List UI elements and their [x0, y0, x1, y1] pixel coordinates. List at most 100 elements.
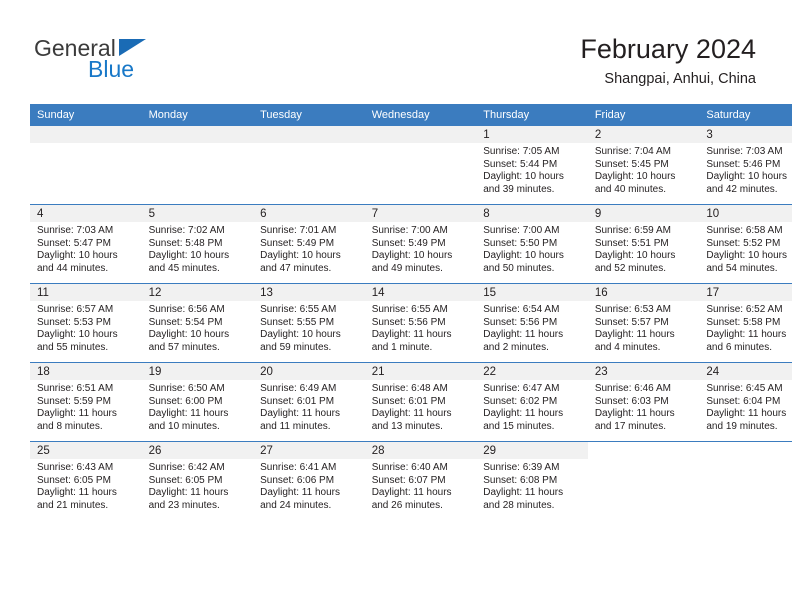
calendar-day-cell[interactable]: 24 Sunrise: 6:45 AM Sunset: 6:04 PM Dayligh…: [699, 362, 792, 442]
page-title: February 2024: [580, 34, 756, 64]
calendar-day-cell[interactable]: 10 Sunrise: 6:58 AM Sunset: 5:52 PM Dayligh…: [699, 204, 792, 284]
day-info-line: and 59 minutes.: [260, 341, 332, 353]
calendar-day-cell[interactable]: 2 Sunrise: 7:04 AM Sunset: 5:45 PM Daylight…: [587, 126, 700, 205]
calendar-day-cell[interactable]: 21 Sunrise: 6:48 AM Sunset: 6:01 PM Dayligh…: [364, 362, 477, 442]
day-sun-info: Sunrise: 6:59 AM Sunset: 5:51 PM Daylight:…: [588, 222, 700, 275]
day-info-line: Sunset: 6:01 PM: [260, 395, 335, 407]
calendar-day-cell[interactable]: 18 Sunrise: 6:51 AM Sunset: 5:59 PM Dayligh…: [30, 362, 142, 442]
calendar-day-cell[interactable]: 26 Sunrise: 6:42 AM Sunset: 6:05 PM Dayligh…: [141, 441, 254, 520]
day-info-line: Sunrise: 6:56 AM: [148, 304, 225, 315]
calendar-day-cell[interactable]: 9 Sunrise: 6:59 AM Sunset: 5:51 PM Daylight…: [587, 204, 700, 284]
day-cell-inner: 14 Sunrise: 6:55 AM Sunset: 5:56 PM Dayligh…: [364, 284, 477, 362]
calendar-day-cell[interactable]: 1 Sunrise: 7:05 AM Sunset: 5:44 PM Daylight…: [476, 126, 588, 205]
day-number: 16: [587, 284, 700, 301]
day-sun-info: Sunrise: 6:56 AM Sunset: 5:54 PM Daylight:…: [142, 301, 254, 354]
calendar-week-row: 25 Sunrise: 6:43 AM Sunset: 6:05 PM Dayligh…: [30, 441, 792, 520]
calendar-day-cell[interactable]: 7 Sunrise: 7:00 AM Sunset: 5:49 PM Daylight…: [364, 204, 477, 284]
calendar-day-cell[interactable]: 11 Sunrise: 6:57 AM Sunset: 5:53 PM Dayligh…: [30, 283, 142, 363]
day-cell-inner: 25 Sunrise: 6:43 AM Sunset: 6:05 PM Dayligh…: [30, 442, 142, 520]
day-info-line: Sunrise: 6:52 AM: [706, 304, 783, 315]
day-cell-inner: 3 Sunrise: 7:03 AM Sunset: 5:46 PM Daylight…: [699, 126, 792, 204]
weekday-header-sunday: Sunday: [30, 104, 142, 126]
calendar-day-cell[interactable]: 14 Sunrise: 6:55 AM Sunset: 5:56 PM Dayligh…: [364, 283, 477, 363]
day-info-line: Sunrise: 6:55 AM: [260, 304, 337, 315]
day-sun-info: Sunrise: 7:04 AM Sunset: 5:45 PM Daylight:…: [588, 143, 700, 196]
day-info-line: Daylight: 11 hours: [260, 487, 340, 499]
day-number: 28: [364, 442, 477, 459]
day-number: 5: [141, 205, 254, 222]
calendar-day-cell[interactable]: 12 Sunrise: 6:56 AM Sunset: 5:54 PM Dayligh…: [141, 283, 254, 363]
day-info-line: Daylight: 11 hours: [594, 329, 675, 341]
weekday-header-wednesday: Wednesday: [364, 104, 477, 126]
day-cell-inner: 24 Sunrise: 6:45 AM Sunset: 6:04 PM Dayligh…: [699, 363, 792, 441]
calendar-day-cell[interactable]: 22 Sunrise: 6:47 AM Sunset: 6:02 PM Dayligh…: [476, 362, 588, 442]
day-cell-inner: [30, 126, 142, 204]
day-info-line: Daylight: 10 hours: [706, 250, 787, 262]
day-number: 15: [476, 284, 588, 301]
day-cell-inner: 9 Sunrise: 6:59 AM Sunset: 5:51 PM Daylight…: [587, 205, 700, 283]
calendar-day-cell[interactable]: 29 Sunrise: 6:39 AM Sunset: 6:08 PM Dayligh…: [476, 441, 588, 520]
day-number: [364, 126, 477, 143]
calendar-week-row: 4 Sunrise: 7:03 AM Sunset: 5:47 PM Daylight…: [30, 204, 792, 284]
calendar-empty-cell: [30, 126, 142, 205]
day-info-line: Sunrise: 7:03 AM: [37, 225, 114, 236]
day-number: 24: [699, 363, 792, 380]
calendar-day-cell[interactable]: 17 Sunrise: 6:52 AM Sunset: 5:58 PM Dayligh…: [699, 283, 792, 363]
day-sun-info: Sunrise: 7:00 AM Sunset: 5:50 PM Daylight:…: [476, 222, 588, 275]
day-info-line: and 40 minutes.: [594, 183, 666, 195]
day-info-line: Sunset: 6:01 PM: [371, 395, 446, 407]
day-cell-inner: 22 Sunrise: 6:47 AM Sunset: 6:02 PM Dayligh…: [476, 363, 588, 441]
day-number: 7: [364, 205, 477, 222]
day-info-line: and 57 minutes.: [148, 341, 220, 353]
day-cell-inner: 4 Sunrise: 7:03 AM Sunset: 5:47 PM Daylight…: [30, 205, 142, 283]
day-sun-info: Sunrise: 7:03 AM Sunset: 5:47 PM Daylight:…: [30, 222, 142, 275]
day-cell-inner: 7 Sunrise: 7:00 AM Sunset: 5:49 PM Daylight…: [364, 205, 477, 283]
day-sun-info: Sunrise: 6:52 AM Sunset: 5:58 PM Daylight:…: [699, 301, 792, 354]
calendar-day-cell[interactable]: 27 Sunrise: 6:41 AM Sunset: 6:06 PM Dayligh…: [253, 441, 365, 520]
day-sun-info: Sunrise: 6:43 AM Sunset: 6:05 PM Daylight:…: [30, 459, 142, 512]
day-number: 29: [476, 442, 588, 459]
day-info-line: Daylight: 11 hours: [260, 408, 340, 420]
day-sun-info: Sunrise: 6:41 AM Sunset: 6:06 PM Daylight:…: [253, 459, 365, 512]
day-cell-inner: 27 Sunrise: 6:41 AM Sunset: 6:06 PM Dayligh…: [253, 442, 365, 520]
day-info-line: Daylight: 11 hours: [483, 408, 564, 420]
day-info-line: Sunrise: 7:01 AM: [260, 225, 337, 236]
day-number: 19: [141, 363, 254, 380]
day-sun-info: Sunrise: 6:39 AM Sunset: 6:08 PM Daylight:…: [476, 459, 588, 512]
day-info-line: Daylight: 11 hours: [483, 487, 564, 499]
day-cell-inner: 20 Sunrise: 6:49 AM Sunset: 6:01 PM Dayligh…: [253, 363, 365, 441]
calendar-day-cell[interactable]: 5 Sunrise: 7:02 AM Sunset: 5:48 PM Daylight…: [141, 204, 254, 284]
day-number: [253, 126, 365, 143]
calendar-day-cell[interactable]: 8 Sunrise: 7:00 AM Sunset: 5:50 PM Daylight…: [476, 204, 588, 284]
day-cell-inner: 2 Sunrise: 7:04 AM Sunset: 5:45 PM Daylight…: [587, 126, 700, 204]
calendar-day-cell[interactable]: 6 Sunrise: 7:01 AM Sunset: 5:49 PM Daylight…: [253, 204, 365, 284]
calendar-day-cell[interactable]: 16 Sunrise: 6:53 AM Sunset: 5:57 PM Dayligh…: [587, 283, 700, 363]
day-number: 13: [253, 284, 365, 301]
calendar-week-row: 18 Sunrise: 6:51 AM Sunset: 5:59 PM Dayligh…: [30, 362, 792, 442]
calendar-day-cell[interactable]: 15 Sunrise: 6:54 AM Sunset: 5:56 PM Dayligh…: [476, 283, 588, 363]
calendar-day-cell[interactable]: 3 Sunrise: 7:03 AM Sunset: 5:46 PM Daylight…: [699, 126, 792, 205]
general-blue-logo[interactable]: General Blue: [34, 36, 214, 88]
day-number: 25: [30, 442, 142, 459]
day-cell-inner: [587, 442, 700, 520]
calendar-day-cell[interactable]: 23 Sunrise: 6:46 AM Sunset: 6:03 PM Dayligh…: [587, 362, 700, 442]
calendar-empty-cell: [364, 126, 477, 205]
day-cell-inner: 26 Sunrise: 6:42 AM Sunset: 6:05 PM Dayligh…: [141, 442, 254, 520]
day-info-line: and 8 minutes.: [37, 420, 103, 432]
day-cell-inner: 11 Sunrise: 6:57 AM Sunset: 5:53 PM Dayligh…: [30, 284, 142, 362]
day-info-line: Sunset: 5:56 PM: [371, 316, 446, 328]
day-info-line: Sunrise: 6:57 AM: [37, 304, 114, 315]
day-cell-inner: [141, 126, 254, 204]
calendar-day-cell[interactable]: 13 Sunrise: 6:55 AM Sunset: 5:55 PM Dayligh…: [253, 283, 365, 363]
day-info-line: Daylight: 11 hours: [37, 408, 117, 420]
day-number: 14: [364, 284, 477, 301]
calendar-day-cell[interactable]: 4 Sunrise: 7:03 AM Sunset: 5:47 PM Daylight…: [30, 204, 142, 284]
day-sun-info: Sunrise: 6:40 AM Sunset: 6:07 PM Daylight:…: [365, 459, 477, 512]
day-info-line: and 49 minutes.: [371, 262, 443, 274]
calendar-day-cell[interactable]: 20 Sunrise: 6:49 AM Sunset: 6:01 PM Dayligh…: [253, 362, 365, 442]
calendar-day-cell[interactable]: 25 Sunrise: 6:43 AM Sunset: 6:05 PM Dayligh…: [30, 441, 142, 520]
calendar-grid: Sunday Monday Tuesday Wednesday Thursday Frid…: [30, 104, 792, 520]
day-info-line: Sunrise: 7:00 AM: [483, 225, 560, 236]
calendar-day-cell[interactable]: 28 Sunrise: 6:40 AM Sunset: 6:07 PM Dayligh…: [364, 441, 477, 520]
calendar-day-cell[interactable]: 19 Sunrise: 6:50 AM Sunset: 6:00 PM Dayligh…: [141, 362, 254, 442]
